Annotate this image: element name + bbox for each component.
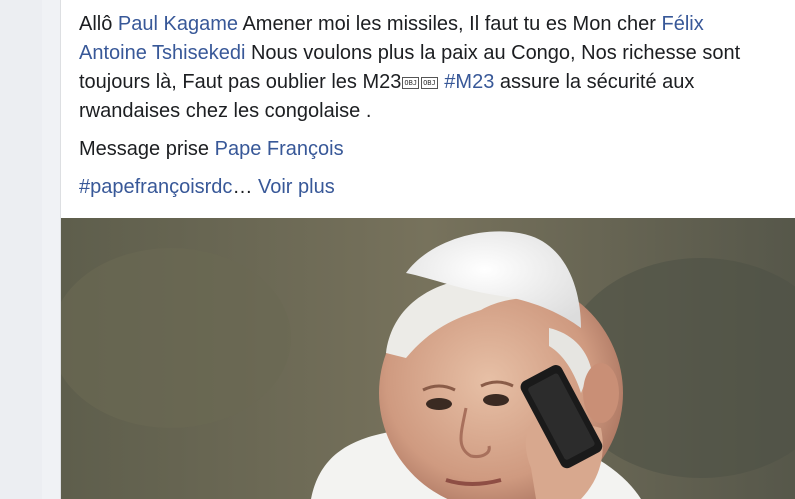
post-paragraph-main: Allô Paul Kagame Amener moi les missiles… [79,10,769,126]
post-text-segment: Allô [79,13,118,35]
post-text: Allô Paul Kagame Amener moi les missiles… [79,10,769,211]
hashtag-papefrancoisrdc[interactable]: #papefrançoisrdc [79,176,232,198]
see-more-link[interactable]: Voir plus [258,176,335,198]
ellipsis: … [232,176,258,198]
post-photo[interactable] [61,218,795,499]
mention-pape-francois[interactable]: Pape François [215,138,344,160]
post-paragraph-hashtags: #papefrançoisrdc… Voir plus [79,173,769,202]
post-paragraph-message: Message prise Pape François [79,135,769,164]
post-text-segment: Message prise [79,138,215,160]
hashtag-m23[interactable]: #M23 [444,71,494,93]
feed-left-gutter [0,0,42,499]
object-replacement-char: OBJ [421,76,438,89]
object-replacement-char: OBJ [402,76,420,89]
post-text-segment: Amener moi les missiles, Il faut tu es M… [237,13,662,35]
mention-paul-kagame[interactable]: Paul Kagame [118,13,238,35]
photo-illustration [61,218,795,499]
post-card: Allô Paul Kagame Amener moi les missiles… [60,0,795,499]
